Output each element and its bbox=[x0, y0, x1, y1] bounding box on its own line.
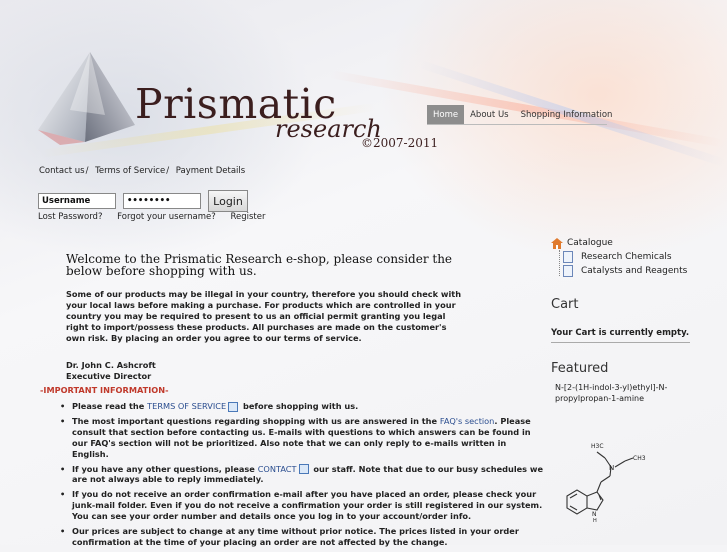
molecule-label-h: H bbox=[593, 518, 597, 524]
catalogue-root[interactable]: Catalogue bbox=[551, 236, 691, 250]
featured-heading: Featured bbox=[551, 361, 609, 376]
tree-connector bbox=[559, 250, 561, 276]
molecule-label-nh: N bbox=[592, 511, 597, 518]
faq-link[interactable]: FAQ's section bbox=[440, 416, 494, 426]
terms-of-service-link[interactable]: TERMS OF SERVICE bbox=[147, 401, 226, 411]
list-item: The most important questions regarding s… bbox=[60, 416, 544, 460]
prism-logo-icon bbox=[38, 52, 135, 145]
contact-staff-link[interactable]: CONTACT bbox=[258, 464, 297, 474]
molecule-label-h3c: H3C bbox=[591, 443, 604, 450]
top-links: Contact us/ Terms of Service/ Payment De… bbox=[39, 166, 245, 176]
payment-link[interactable]: Payment Details bbox=[176, 166, 245, 176]
bullet-text: The most important questions regarding s… bbox=[72, 415, 440, 426]
catalogue-label: Catalogue bbox=[567, 238, 613, 248]
tree-item-research-chemicals[interactable]: Research Chemicals bbox=[551, 250, 691, 264]
catalogue-tree: Catalogue Research Chemicals Catalysts a… bbox=[551, 236, 691, 278]
molecule-structure-image[interactable]: H3C CH3 N N H bbox=[555, 434, 695, 529]
bullet-text: If you have any other questions, please bbox=[72, 463, 258, 474]
register-link[interactable]: Register bbox=[230, 212, 265, 222]
important-list: Please read the TERMS OF SERVICE before … bbox=[60, 401, 544, 552]
lost-password-link[interactable]: Lost Password? bbox=[38, 212, 102, 222]
cart-divider bbox=[551, 342, 690, 343]
tree-item-catalysts-reagents[interactable]: Catalysts and Reagents bbox=[551, 264, 691, 278]
external-link-icon bbox=[228, 401, 239, 412]
terms-link[interactable]: Terms of Service bbox=[95, 166, 165, 176]
document-icon bbox=[563, 251, 573, 263]
link-separator: / bbox=[85, 166, 89, 176]
main-nav: Home About Us Shopping Information bbox=[427, 105, 618, 125]
username-input[interactable] bbox=[38, 193, 116, 209]
forgot-username-link[interactable]: Forgot your username? bbox=[117, 212, 216, 222]
signature-name: Dr. John C. Ashcroft bbox=[66, 360, 156, 371]
external-link-icon bbox=[298, 464, 309, 475]
featured-product-link[interactable]: N-[2-(1H-indol-3-yl)ethyl]-N-propylpropa… bbox=[555, 383, 685, 405]
list-item: If you do not receive an order confirmat… bbox=[60, 489, 544, 522]
important-heading: -IMPORTANT INFORMATION- bbox=[40, 385, 169, 395]
login-form: Login bbox=[38, 190, 248, 212]
main-content: Welcome to the Prismatic Research e-shop… bbox=[66, 253, 466, 382]
nav-shopping-information[interactable]: Shopping Information bbox=[515, 105, 619, 125]
signature-title: Executive Director bbox=[66, 371, 152, 382]
password-input[interactable] bbox=[123, 193, 201, 209]
cart-heading: Cart bbox=[551, 297, 579, 312]
login-button[interactable]: Login bbox=[208, 190, 248, 212]
contact-link[interactable]: Contact us bbox=[39, 166, 85, 176]
brand-copyright: ©2007-2011 bbox=[361, 136, 439, 150]
bullet-text: before shopping with us. bbox=[240, 401, 359, 411]
nav-about-us[interactable]: About Us bbox=[464, 105, 514, 125]
tree-item-label: Research Chemicals bbox=[581, 252, 672, 262]
signature: Dr. John C. Ashcroft Executive Director bbox=[66, 360, 466, 382]
molecule-label-ch3: CH3 bbox=[633, 455, 646, 462]
molecule-label-n: N bbox=[609, 464, 614, 472]
home-icon bbox=[551, 237, 563, 249]
nav-home[interactable]: Home bbox=[427, 105, 465, 125]
link-separator: / bbox=[166, 166, 170, 176]
sidebar: Catalogue Research Chemicals Catalysts a… bbox=[551, 236, 691, 278]
nav-divider bbox=[427, 124, 607, 125]
cart-status: Your Cart is currently empty. bbox=[551, 328, 690, 338]
list-item: If you have any other questions, please … bbox=[60, 464, 544, 486]
intro-text: Some of our products may be illegal in y… bbox=[66, 289, 462, 344]
bullet-text: Please read the bbox=[72, 401, 148, 411]
list-item: Please read the TERMS OF SERVICE before … bbox=[60, 401, 544, 412]
tree-item-label: Catalysts and Reagents bbox=[581, 266, 688, 276]
document-icon bbox=[563, 265, 573, 277]
welcome-title: Welcome to the Prismatic Research e-shop… bbox=[66, 252, 453, 278]
login-links: Lost Password? Forgot your username? Reg… bbox=[38, 212, 277, 222]
